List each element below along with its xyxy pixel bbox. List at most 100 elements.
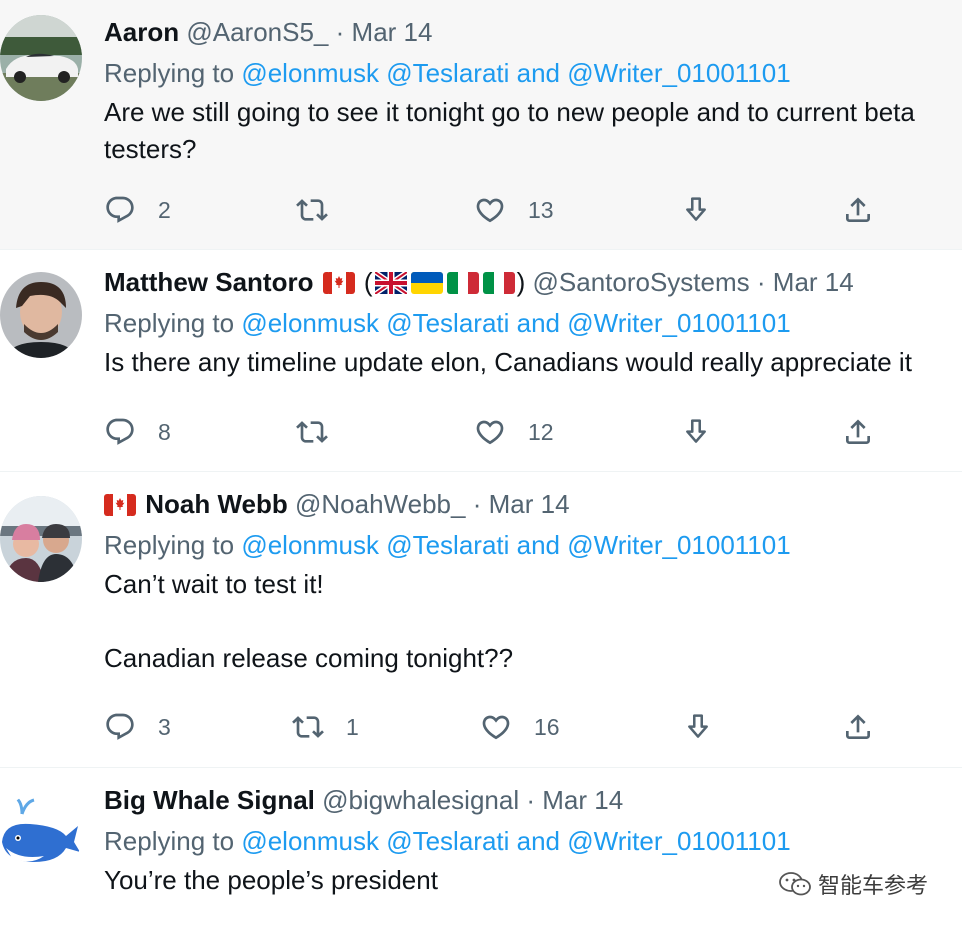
replying-to-label: Replying to [104, 826, 235, 856]
replying-to-label: Replying to [104, 308, 235, 338]
replying-to: Replying to @elonmusk @Teslarati and @Wr… [104, 823, 962, 859]
reply-icon [104, 194, 136, 226]
share-button[interactable] [842, 193, 874, 227]
tweet-text: Is there any timeline update elon, Canad… [104, 344, 962, 381]
author-name[interactable]: Big Whale Signal [104, 785, 315, 815]
tweet[interactable]: Aaron @AaronS5_ · Mar 14 Replying to @el… [0, 0, 962, 250]
retweet-icon [292, 711, 324, 743]
download-button[interactable] [680, 193, 712, 227]
replying-to: Replying to @elonmusk @Teslarati and @Wr… [104, 55, 962, 91]
reply-button[interactable]: 2 [104, 193, 171, 227]
reply-count: 3 [158, 713, 171, 740]
like-count: 12 [528, 418, 554, 445]
tweet-date[interactable]: Mar 14 [352, 17, 433, 47]
watermark: 智能车参考 [778, 868, 928, 900]
tweet-text-line: testers? [104, 134, 197, 164]
avatar[interactable] [0, 272, 82, 358]
tweet-text-line [104, 603, 962, 640]
uk-flag-icon [375, 272, 407, 294]
tweet-actions: 3 1 16 [104, 710, 894, 744]
share-button[interactable] [842, 710, 874, 744]
tweet-date[interactable]: Mar 14 [489, 489, 570, 519]
author-name[interactable]: Aaron [104, 17, 179, 47]
wechat-icon [779, 872, 811, 896]
canada-flag-icon [104, 494, 136, 516]
like-icon [474, 416, 506, 448]
tweet-header: Aaron @AaronS5_ · Mar 14 [104, 14, 962, 50]
tweet-actions: 8 12 [104, 415, 894, 449]
download-icon [680, 416, 712, 448]
reply-icon [104, 416, 136, 448]
tweet[interactable]: Big Whale Signal @bigwhalesignal · Mar 1… [0, 768, 962, 928]
tweet-text: Can’t wait to test it! Canadian release … [104, 566, 962, 677]
replying-to-mentions[interactable]: @elonmusk @Teslarati and @Writer_0100110… [241, 308, 790, 338]
share-button[interactable] [842, 415, 874, 449]
author-name[interactable]: Noah Webb [145, 489, 288, 519]
like-button[interactable]: 12 [474, 415, 554, 449]
separator-dot: · [472, 489, 482, 519]
author-handle[interactable]: @SantoroSystems [533, 267, 750, 297]
ukraine-flag-icon [411, 272, 443, 294]
replying-to-label: Replying to [104, 58, 235, 88]
like-button[interactable]: 16 [480, 710, 560, 744]
avatar[interactable] [0, 496, 82, 582]
like-count: 16 [534, 713, 560, 740]
download-button[interactable] [680, 415, 712, 449]
tweet-body: Matthew Santoro () @SantoroSystems · Mar… [104, 264, 962, 381]
italy-flag-icon [447, 272, 479, 294]
tweet-date[interactable]: Mar 14 [773, 267, 854, 297]
reply-button[interactable]: 8 [104, 415, 171, 449]
like-icon [480, 711, 512, 743]
download-button[interactable] [682, 710, 714, 744]
replying-to: Replying to @elonmusk @Teslarati and @Wr… [104, 527, 962, 563]
tweet-actions: 2 13 [104, 193, 894, 227]
download-icon [680, 194, 712, 226]
author-handle[interactable]: @NoahWebb_ [295, 489, 465, 519]
separator-dot: · [526, 785, 536, 815]
retweet-count: 1 [346, 713, 359, 740]
share-icon [842, 194, 874, 226]
avatar[interactable] [0, 792, 82, 878]
tweet-header: Noah Webb @NoahWebb_ · Mar 14 [104, 486, 962, 522]
retweet-button[interactable] [296, 193, 328, 227]
reply-button[interactable]: 3 [104, 710, 171, 744]
author-handle[interactable]: @bigwhalesignal [322, 785, 519, 815]
replying-to-label: Replying to [104, 530, 235, 560]
share-icon [842, 711, 874, 743]
tweet-header: Matthew Santoro () @SantoroSystems · Mar… [104, 264, 962, 300]
replying-to: Replying to @elonmusk @Teslarati and @Wr… [104, 305, 962, 341]
replying-to-mentions[interactable]: @elonmusk @Teslarati and @Writer_0100110… [241, 58, 790, 88]
author-handle[interactable]: @AaronS5_ [186, 17, 328, 47]
separator-dot: · [756, 267, 766, 297]
retweet-icon [296, 416, 328, 448]
tweet-text: Are we still going to see it tonight go … [104, 94, 962, 168]
open-paren: ( [363, 267, 373, 297]
replying-to-mentions[interactable]: @elonmusk @Teslarati and @Writer_0100110… [241, 826, 790, 856]
tweet-text-line: Canadian release coming tonight?? [104, 643, 514, 673]
share-icon [842, 416, 874, 448]
retweet-button[interactable]: 1 [292, 710, 359, 744]
download-icon [682, 711, 714, 743]
tweet[interactable]: Noah Webb @NoahWebb_ · Mar 14 Replying t… [0, 472, 962, 768]
tweet-header: Big Whale Signal @bigwhalesignal · Mar 1… [104, 782, 962, 818]
replying-to-mentions[interactable]: @elonmusk @Teslarati and @Writer_0100110… [241, 530, 790, 560]
close-paren: ) [516, 267, 526, 297]
tweet-text-line: Can’t wait to test it! [104, 569, 324, 599]
like-count: 13 [528, 196, 554, 223]
retweet-icon [296, 194, 328, 226]
reply-icon [104, 711, 136, 743]
like-button[interactable]: 13 [474, 193, 554, 227]
tweet-text-line: Is there any timeline update elon, Canad… [104, 347, 912, 377]
author-name[interactable]: Matthew Santoro [104, 267, 313, 297]
like-icon [474, 194, 506, 226]
tweet-body: Noah Webb @NoahWebb_ · Mar 14 Replying t… [104, 486, 962, 677]
reply-count: 8 [158, 418, 171, 445]
retweet-button[interactable] [296, 415, 328, 449]
tweet[interactable]: Matthew Santoro () @SantoroSystems · Mar… [0, 250, 962, 472]
separator-dot: · [335, 17, 345, 47]
tweet-date[interactable]: Mar 14 [542, 785, 623, 815]
tweet-text-line: Are we still going to see it tonight go … [104, 97, 915, 127]
watermark-text: 智能车参考 [817, 874, 928, 899]
italy-flag-icon [483, 272, 515, 294]
avatar[interactable] [0, 15, 82, 101]
